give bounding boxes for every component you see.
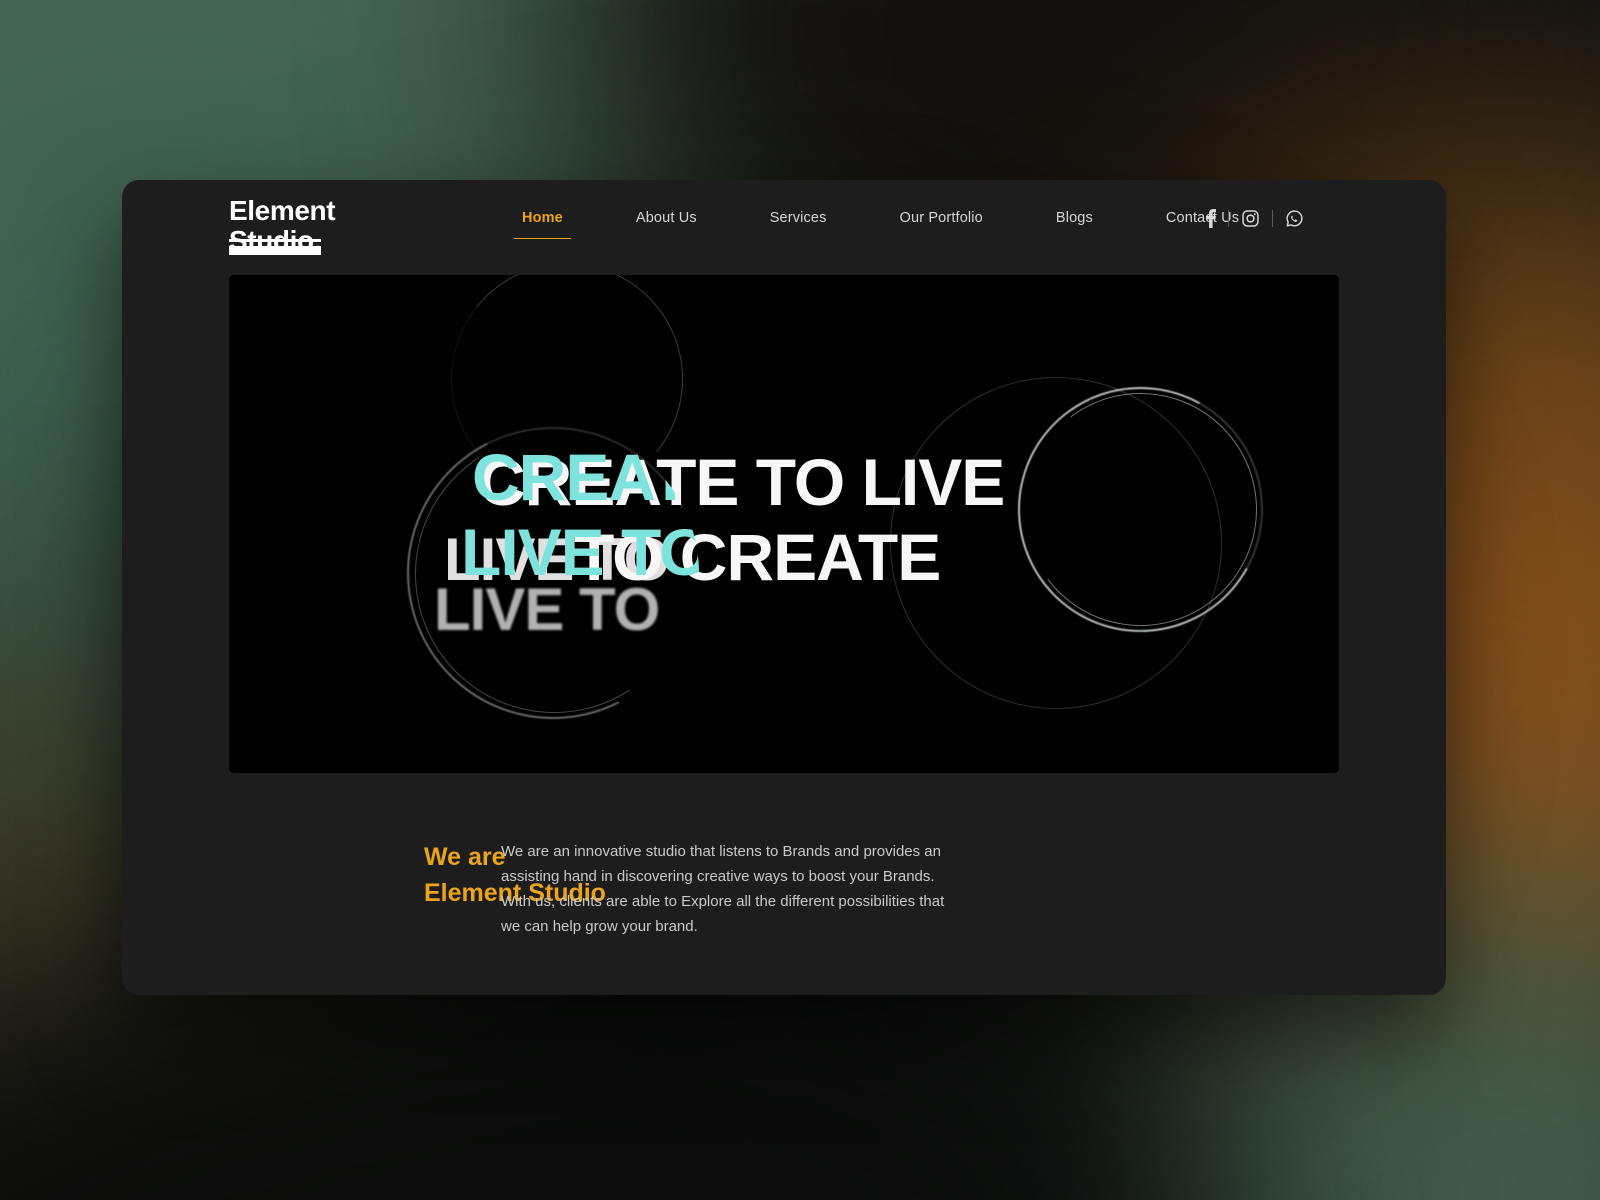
brand-logo-line-2-wrapper: Studio. bbox=[229, 226, 321, 256]
about-heading-line-1: We are bbox=[424, 843, 506, 871]
nav-item-our-portfolio[interactable]: Our Portfolio bbox=[900, 210, 983, 239]
nav-item-services[interactable]: Services bbox=[770, 210, 827, 239]
hero-video-player[interactable]: LIVE TO LIVE TO CREATE TO LIVE TO CREATE… bbox=[229, 275, 1339, 773]
website-card: Element Studio. Home About Us Services O… bbox=[122, 180, 1446, 995]
about-heading-line-2: Element Studio bbox=[424, 878, 606, 907]
about-body-text: We are an innovative studio that listens… bbox=[501, 843, 945, 935]
brand-logo[interactable]: Element Studio. bbox=[229, 196, 419, 256]
about-section: We are Element Studio We are an innovati… bbox=[229, 840, 1339, 940]
nav-item-about-us[interactable]: About Us bbox=[636, 210, 697, 239]
about-heading: We are Element Studio bbox=[229, 840, 606, 940]
main-navigation: Home About Us Services Our Portfolio Blo… bbox=[514, 210, 1239, 239]
instagram-icon[interactable] bbox=[1241, 209, 1260, 228]
brand-logo-strike bbox=[229, 239, 321, 243]
nav-item-blogs[interactable]: Blogs bbox=[1056, 210, 1093, 239]
nav-item-home[interactable]: Home bbox=[514, 210, 571, 239]
social-links bbox=[1206, 209, 1304, 228]
social-divider-1 bbox=[1228, 210, 1229, 227]
facebook-icon[interactable] bbox=[1206, 209, 1216, 228]
brand-logo-line-1: Element bbox=[229, 195, 336, 226]
social-divider-2 bbox=[1272, 210, 1273, 227]
whatsapp-icon[interactable] bbox=[1285, 209, 1304, 228]
site-header: Element Studio. Home About Us Services O… bbox=[122, 180, 1446, 275]
